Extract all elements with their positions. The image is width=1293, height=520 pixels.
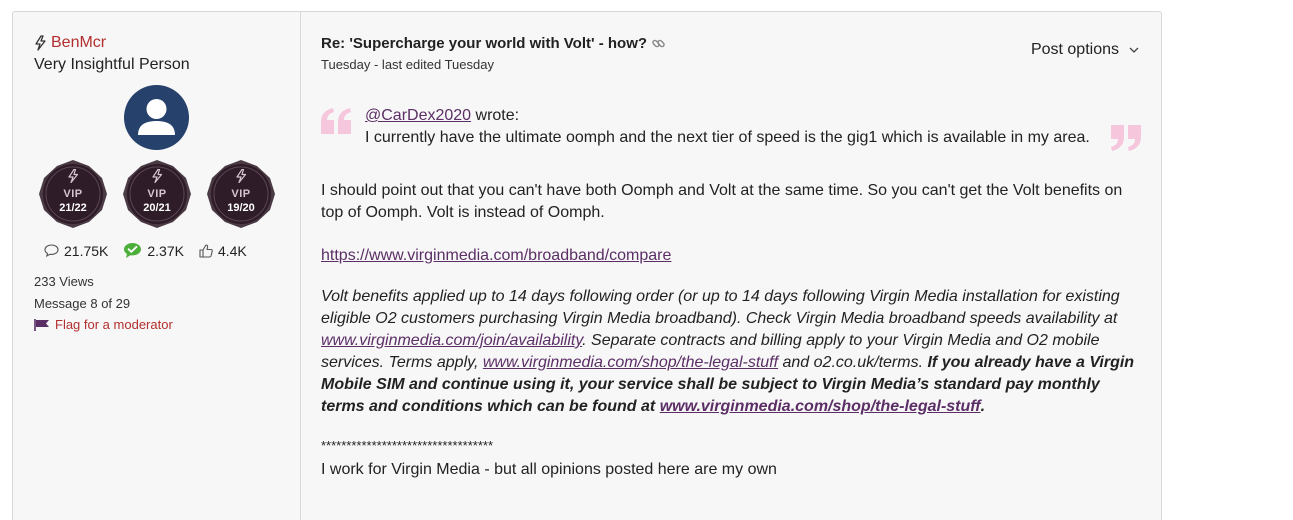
bolt-icon [35,35,46,51]
solution-check-icon [124,243,142,258]
author-sidebar: BenMcr Very Insightful Person VIP 21/22 [13,12,301,520]
author-username[interactable]: BenMcr [51,34,106,52]
quote-author-line: @CarDex2020 wrote: [365,107,519,125]
open-quote-icon [321,108,351,134]
badge-year: 19/20 [227,202,255,214]
badge-bolt [206,169,276,188]
quote-wrote: wrote: [471,107,520,124]
message-subject[interactable]: Re: 'Supercharge your world with Volt' -… [321,35,666,52]
flag-moderator-link[interactable]: Flag for a moderator [34,317,173,332]
post-dates: Tuesday - last edited Tuesday [321,57,494,72]
availability-link[interactable]: www.virginmedia.com/join/availability [321,332,582,349]
terms-text-3: and o2.co.uk/terms. [778,354,928,371]
badge-bolt [122,169,192,188]
badge-label: VIP [63,188,83,200]
author-rank: Very Insightful Person [34,56,190,73]
signature: I work for Virgin Media - but all opinio… [321,461,777,478]
speech-bubble-icon [44,244,59,257]
bolt-icon [152,169,163,183]
signature-divider: ********************************** [321,438,494,453]
kudos-stat[interactable]: 4.4K [199,243,247,259]
link-icon[interactable] [651,36,666,51]
bolt-icon [68,169,79,183]
badge-bolt [38,169,108,188]
badge-label: VIP [147,188,167,200]
badge-label: VIP [231,188,251,200]
message-card: BenMcr Very Insightful Person VIP 21/22 [12,11,1162,520]
badge-year: 21/22 [59,202,87,214]
author-stats: 21.75K 2.37K 4.4K [44,242,262,259]
solutions-count: 2.37K [147,242,184,259]
flag-label[interactable]: Flag for a moderator [55,317,173,332]
vip-badge-2021[interactable]: VIP 20/21 [122,159,192,229]
solutions-stat[interactable]: 2.37K [123,242,184,259]
views-count: 233 Views [34,274,94,289]
chevron-down-icon [1129,47,1139,53]
subject-text[interactable]: Re: 'Supercharge your world with Volt' -… [321,35,647,52]
flag-icon [34,318,49,331]
terms-paragraph: Volt benefits applied up to 14 days foll… [321,286,1146,418]
message-body: Re: 'Supercharge your world with Volt' -… [301,12,1161,520]
thumbs-up-icon [199,243,213,258]
post-options-label[interactable]: Post options [1031,41,1119,59]
bolt-icon [236,169,247,183]
body-paragraph: I should point out that you can't have b… [321,182,1123,221]
compare-link[interactable]: https://www.virginmedia.com/broadband/co… [321,245,671,267]
author-username-row[interactable]: BenMcr [34,34,106,52]
post-options-menu[interactable]: Post options [1031,41,1139,59]
quote-author-link[interactable]: @CarDex2020 [365,107,471,124]
kudos-count: 4.4K [217,242,247,259]
posts-stat[interactable]: 21.75K [44,243,108,259]
posts-count: 21.75K [64,242,109,259]
badge-year: 20/21 [143,202,171,214]
terms-bold-end: . [980,398,986,415]
terms-text-1: Volt benefits applied up to 14 days foll… [321,288,1120,327]
legal-stuff-link-bold[interactable]: www.virginmedia.com/shop/the-legal-stuff [660,398,981,415]
vip-badge-1920[interactable]: VIP 19/20 [206,159,276,229]
user-icon [138,99,175,135]
message-number: Message 8 of 29 [34,296,131,311]
vip-badge-2122[interactable]: VIP 21/22 [38,159,108,229]
avatar[interactable] [124,85,189,150]
legal-stuff-link[interactable]: www.virginmedia.com/shop/the-legal-stuff [483,354,778,371]
close-quote-icon [1111,125,1141,151]
quote-text: I currently have the ultimate oomph and … [365,129,1090,146]
